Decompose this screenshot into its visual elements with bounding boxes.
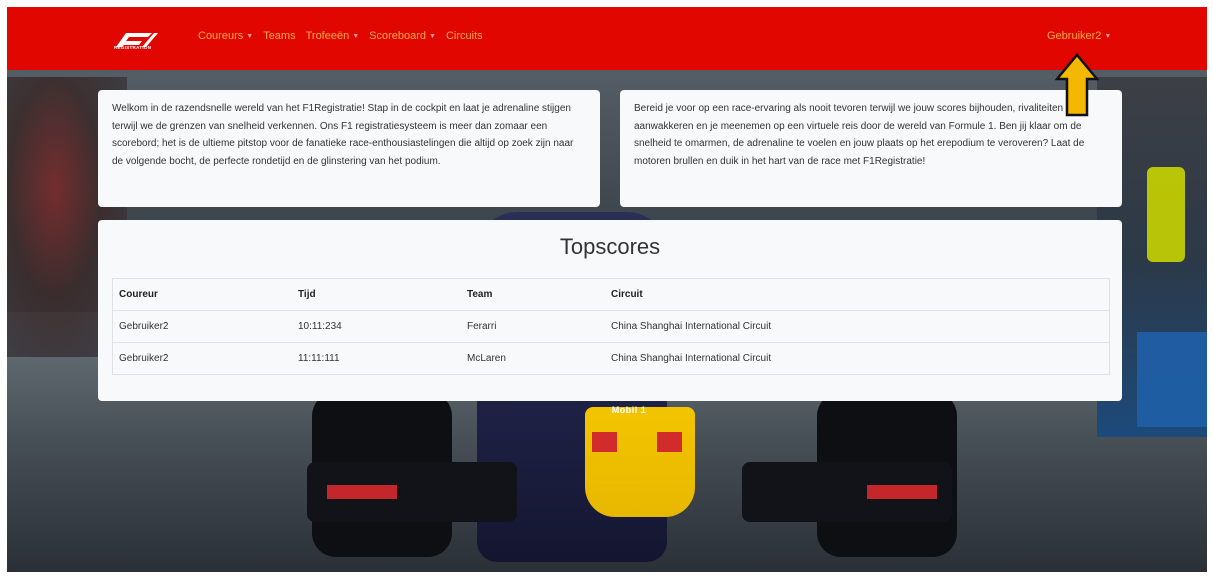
page-frame: Mobil 1 REGISTRATION Coureurs ▼ Teams Tr…	[7, 7, 1207, 572]
nav-item-label: Trofeeën	[305, 30, 350, 42]
table-cell: China Shanghai International Circuit	[605, 310, 1110, 343]
nav-item-label: Circuits	[445, 30, 483, 42]
wing-red-stripe	[327, 485, 397, 499]
topscores-table: Coureur Tijd Team Circuit Gebruiker2 10:…	[112, 278, 1110, 375]
table-row: Gebruiker2 10:11:234 Ferarri China Shang…	[112, 310, 1110, 343]
table-header-row: Coureur Tijd Team Circuit	[112, 278, 1110, 311]
nav-item-label: Coureurs	[198, 30, 244, 42]
user-menu-label: Gebruiker2	[1047, 30, 1102, 42]
user-menu-dropdown[interactable]: Gebruiker2 ▼	[1047, 30, 1111, 42]
logo-subtitle: REGISTRATION	[114, 45, 152, 50]
table-cell: China Shanghai International Circuit	[605, 342, 1110, 375]
nav-menu: Coureurs ▼ Teams Trofeeën ▼ Scoreboard ▼…	[198, 30, 483, 42]
wing-red-stripe	[867, 485, 937, 499]
column-header: Circuit	[605, 278, 1110, 311]
table-cell: Gebruiker2	[112, 342, 292, 375]
caret-down-icon: ▼	[1104, 32, 1112, 40]
up-arrow-icon	[1055, 53, 1099, 117]
intro-text-right: Bereid je voor op een race-ervaring als …	[634, 103, 1085, 167]
topscores-card: Topscores Coureur Tijd Team Circuit Gebr…	[98, 220, 1122, 401]
background-yellow-marshal	[1147, 167, 1185, 262]
background-blue-barrier	[1137, 332, 1207, 427]
table-cell: 11:11:111	[292, 342, 461, 375]
caret-down-icon: ▼	[429, 32, 436, 40]
nav-item-circuits[interactable]: Circuits	[446, 30, 483, 42]
caret-down-icon: ▼	[352, 32, 360, 40]
navbar: REGISTRATION Coureurs ▼ Teams Trofeeën ▼…	[7, 7, 1207, 70]
column-header: Coureur	[112, 278, 292, 311]
table-cell: Ferarri	[461, 310, 605, 343]
nav-item-scoreboard[interactable]: Scoreboard ▼	[369, 30, 436, 42]
car-red-accent	[657, 432, 682, 452]
intro-card-right: Bereid je voor op een race-ervaring als …	[620, 90, 1122, 207]
table-cell: McLaren	[461, 342, 605, 375]
nav-item-label: Scoreboard	[369, 30, 427, 42]
topscores-title: Topscores	[559, 234, 661, 259]
table-row: Gebruiker2 11:11:111 McLaren China Shang…	[112, 342, 1110, 375]
intro-card-left: Welkom in de razendsnelle wereld van het…	[98, 90, 600, 207]
caret-down-icon: ▼	[246, 32, 254, 40]
table-cell: Gebruiker2	[112, 310, 292, 343]
nav-item-coureurs[interactable]: Coureurs ▼	[198, 30, 253, 42]
column-header: Tijd	[292, 278, 461, 311]
car-nose	[585, 407, 695, 517]
nav-item-trofeeen[interactable]: Trofeeën ▼	[306, 30, 360, 42]
column-header: Team	[461, 278, 605, 311]
nav-item-teams[interactable]: Teams	[263, 30, 295, 42]
nav-item-label: Teams	[263, 30, 296, 42]
table-cell: 10:11:234	[292, 310, 461, 343]
car-sponsor-logo: Mobil 1	[611, 405, 647, 415]
intro-text-left: Welkom in de razendsnelle wereld van het…	[112, 103, 574, 167]
car-red-accent	[592, 432, 617, 452]
